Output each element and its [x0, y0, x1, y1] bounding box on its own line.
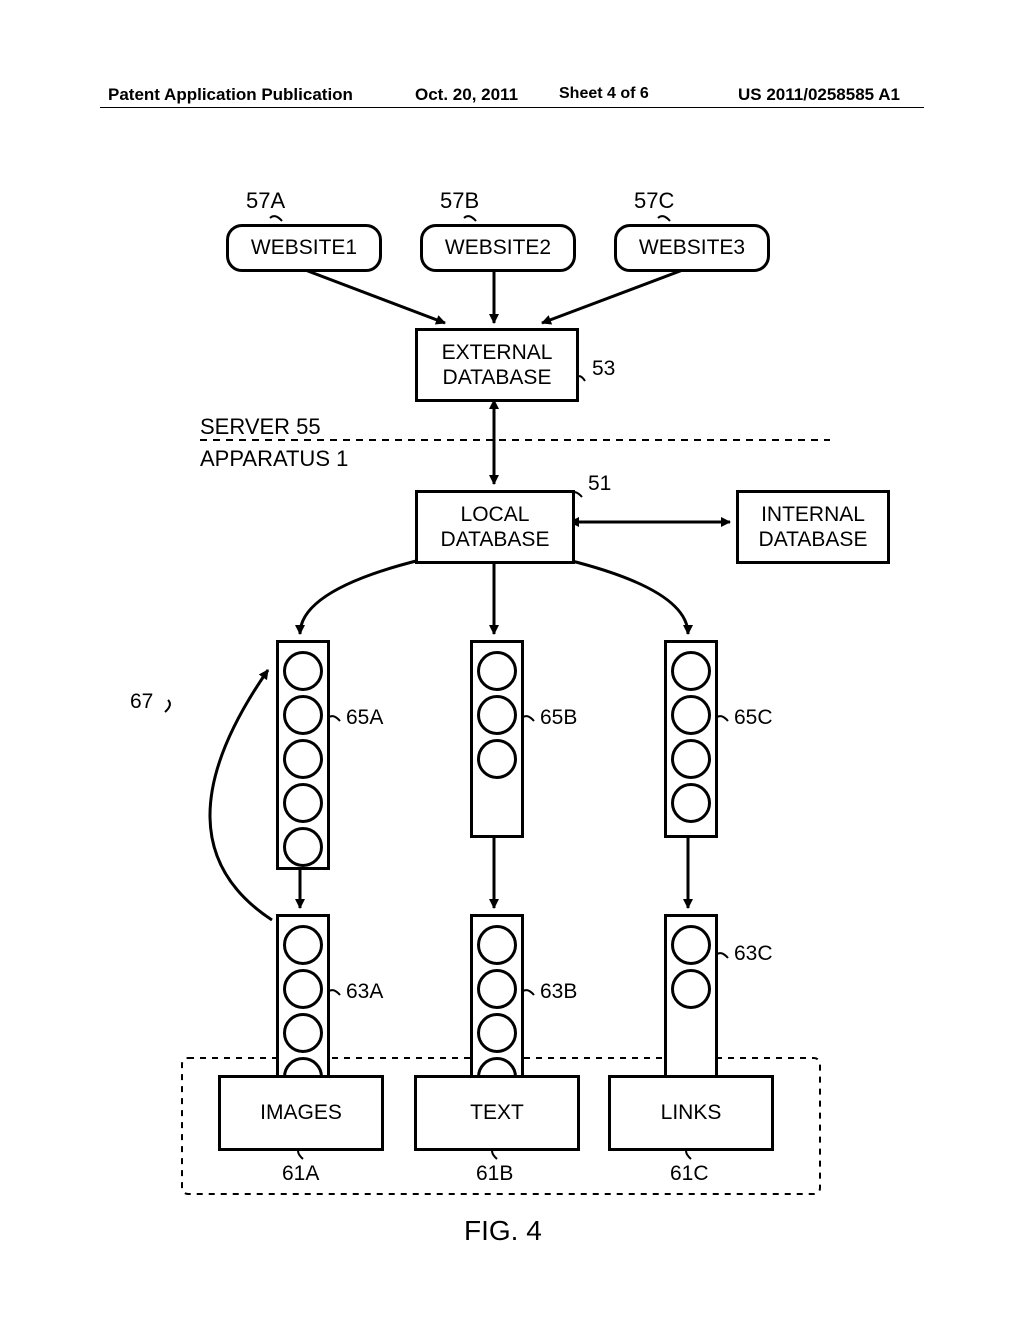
internal-db-box: INTERNAL DATABASE — [736, 490, 890, 564]
label-61c: 61C — [670, 1162, 709, 1186]
label-65a: 65A — [346, 706, 383, 730]
header-date: Oct. 20, 2011 — [415, 85, 518, 105]
label-63b: 63B — [540, 980, 577, 1004]
label-57a: 57A — [246, 188, 285, 214]
links-box: LINKS — [608, 1075, 774, 1151]
header-left: Patent Application Publication — [108, 85, 353, 105]
header-rule — [100, 107, 924, 108]
label-67: 67 — [130, 690, 153, 714]
label-53: 53 — [592, 357, 615, 381]
header-pubno: US 2011/0258585 A1 — [738, 85, 900, 105]
figure-label: FIG. 4 — [464, 1215, 542, 1247]
local-db-box: LOCAL DATABASE — [415, 490, 575, 564]
images-box: IMAGES — [218, 1075, 384, 1151]
label-57c: 57C — [634, 188, 674, 214]
vbox-65b — [470, 640, 524, 838]
vbox-65a — [276, 640, 330, 870]
website3-box: WEBSITE3 — [614, 224, 770, 272]
label-51: 51 — [588, 472, 611, 496]
external-db-box: EXTERNAL DATABASE — [415, 328, 579, 402]
label-63a: 63A — [346, 980, 383, 1004]
label-apparatus: APPARATUS 1 — [200, 446, 348, 472]
label-61b: 61B — [476, 1162, 513, 1186]
vbox-63c — [664, 914, 718, 1078]
vbox-65c — [664, 640, 718, 838]
label-57b: 57B — [440, 188, 479, 214]
website2-box: WEBSITE2 — [420, 224, 576, 272]
header-sheet: Sheet 4 of 6 — [559, 85, 649, 103]
label-61a: 61A — [282, 1162, 319, 1186]
label-server: SERVER 55 — [200, 414, 321, 440]
text-box: TEXT — [414, 1075, 580, 1151]
label-63c: 63C — [734, 942, 773, 966]
website1-box: WEBSITE1 — [226, 224, 382, 272]
label-65b: 65B — [540, 706, 577, 730]
label-65c: 65C — [734, 706, 773, 730]
